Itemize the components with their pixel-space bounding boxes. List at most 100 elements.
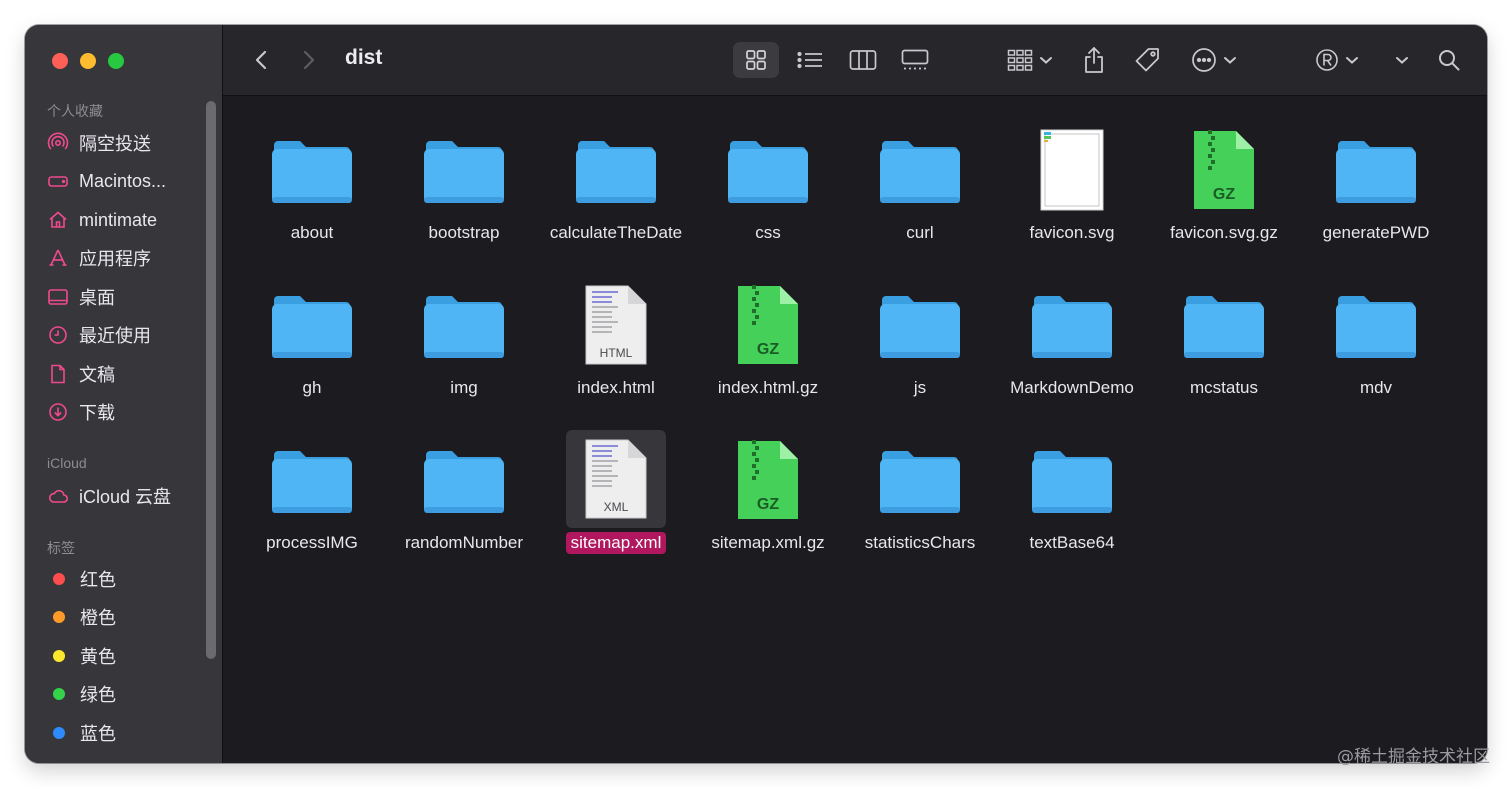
tag-button[interactable] bbox=[1127, 42, 1167, 78]
folder-item[interactable]: about bbox=[236, 106, 388, 246]
tag-color-dot bbox=[53, 573, 65, 585]
html-file-icon: HTML bbox=[572, 281, 660, 369]
svg-file-icon bbox=[1028, 126, 1116, 214]
folder-icon bbox=[268, 436, 356, 524]
sidebar-tag-orange[interactable]: 橙色 bbox=[47, 602, 207, 632]
tag-color-dot bbox=[53, 727, 65, 739]
overflow-button[interactable] bbox=[1390, 42, 1414, 78]
folder-icon bbox=[876, 281, 964, 369]
file-item[interactable]: GZ favicon.svg.gz bbox=[1148, 106, 1300, 246]
favorites-header: 个人收藏 bbox=[47, 103, 103, 119]
sidebar-item-desktop[interactable]: 桌面 bbox=[47, 282, 207, 312]
more-actions-button[interactable] bbox=[1185, 42, 1243, 78]
tag-color-dot bbox=[53, 650, 65, 662]
folder-icon bbox=[1332, 281, 1420, 369]
file-name-text: statisticsChars bbox=[864, 533, 976, 552]
gallery-view-icon bbox=[901, 49, 929, 70]
sidebar-item-downloads[interactable]: 下载 bbox=[47, 397, 207, 427]
gallery-view-button[interactable] bbox=[892, 42, 938, 78]
folder-item[interactable]: randomNumber bbox=[388, 416, 540, 556]
icon-view-icon bbox=[746, 50, 766, 70]
file-name-text: css bbox=[755, 223, 781, 242]
sidebar-item-label: 应用程序 bbox=[79, 249, 151, 269]
folder-item[interactable]: textBase64 bbox=[996, 416, 1148, 556]
file-item[interactable]: GZ sitemap.xml.gz bbox=[692, 416, 844, 556]
gz-archive-icon: GZ bbox=[1180, 126, 1268, 214]
file-name-label: randomNumber bbox=[378, 533, 550, 553]
sidebar-scrollbar[interactable] bbox=[206, 101, 216, 659]
sidebar-item-icloud-drive[interactable]: iCloud 云盘 bbox=[47, 481, 207, 511]
folder-item[interactable]: statisticsChars bbox=[844, 416, 996, 556]
window-title: dist bbox=[345, 46, 383, 69]
sidebar-item-label: 黄色 bbox=[80, 647, 116, 667]
file-item[interactable]: HTML index.html bbox=[540, 261, 692, 401]
folder-item[interactable]: img bbox=[388, 261, 540, 401]
chevron-down-icon bbox=[1224, 57, 1236, 64]
sidebar-tag-blue[interactable]: 蓝色 bbox=[47, 718, 207, 748]
file-name-label: calculateTheDate bbox=[530, 223, 702, 243]
zoom-window-button[interactable] bbox=[108, 53, 124, 69]
column-view-button[interactable] bbox=[840, 42, 886, 78]
folder-item[interactable]: mcstatus bbox=[1148, 261, 1300, 401]
sidebar-item-label: 橙色 bbox=[80, 608, 116, 628]
file-browser: about bootstrap calculateTheDate css curl fav… bbox=[223, 96, 1487, 763]
file-item[interactable]: GZ index.html.gz bbox=[692, 261, 844, 401]
folder-item[interactable]: bootstrap bbox=[388, 106, 540, 246]
file-name-text: index.html.gz bbox=[717, 378, 819, 397]
folder-item[interactable]: processIMG bbox=[236, 416, 388, 556]
file-item[interactable]: XML sitemap.xml bbox=[540, 416, 692, 556]
sidebar-tag-yellow[interactable]: 黄色 bbox=[47, 641, 207, 671]
file-name-label: favicon.svg bbox=[986, 223, 1158, 243]
toolbar: dist bbox=[223, 25, 1487, 96]
back-button[interactable] bbox=[251, 42, 271, 78]
svg-text:GZ: GZ bbox=[1213, 186, 1235, 203]
sidebar-item-documents[interactable]: 文稿 bbox=[47, 359, 207, 389]
tag-icon bbox=[1135, 48, 1159, 72]
minimize-window-button[interactable] bbox=[80, 53, 96, 69]
file-name-label: sitemap.xml.gz bbox=[682, 533, 854, 553]
close-window-button[interactable] bbox=[52, 53, 68, 69]
sidebar-tag-red[interactable]: 红色 bbox=[47, 564, 207, 594]
clock-icon bbox=[49, 326, 67, 344]
file-name-label: processIMG bbox=[226, 533, 398, 553]
folder-icon bbox=[1028, 436, 1116, 524]
file-name-text: randomNumber bbox=[404, 533, 524, 552]
list-view-button[interactable] bbox=[787, 42, 833, 78]
folder-item[interactable]: gh bbox=[236, 261, 388, 401]
svg-text:HTML: HTML bbox=[600, 346, 633, 360]
file-name-text: calculateTheDate bbox=[549, 223, 683, 242]
airdrop-icon bbox=[47, 132, 69, 150]
folder-item[interactable]: curl bbox=[844, 106, 996, 246]
folder-item[interactable]: mdv bbox=[1300, 261, 1452, 401]
forward-icon bbox=[303, 50, 315, 70]
sidebar-item-label: iCloud 云盘 bbox=[79, 487, 172, 507]
icon-view-button[interactable] bbox=[733, 42, 779, 78]
forward-button[interactable] bbox=[299, 42, 319, 78]
folder-icon bbox=[420, 436, 508, 524]
tag-color-dot bbox=[53, 611, 65, 623]
sidebar-item-macintosh-hd[interactable]: Macintos... bbox=[47, 166, 207, 196]
group-by-button[interactable] bbox=[1001, 42, 1059, 78]
sidebar-item-home[interactable]: mintimate bbox=[47, 205, 207, 235]
hard-drive-icon bbox=[48, 176, 68, 187]
folder-icon bbox=[876, 126, 964, 214]
sidebar-item-airdrop[interactable]: 隔空投送 bbox=[47, 128, 207, 158]
file-name-text: generatePWD bbox=[1322, 223, 1430, 242]
extension-button[interactable] bbox=[1308, 42, 1366, 78]
folder-item[interactable]: MarkdownDemo bbox=[996, 261, 1148, 401]
sidebar: 个人收藏 隔空投送 Macintos... mintimate 应用程序 桌面 … bbox=[25, 25, 223, 763]
file-name-label: css bbox=[682, 223, 854, 243]
sidebar-item-recents[interactable]: 最近使用 bbox=[47, 320, 207, 350]
tags-header: 标签 bbox=[47, 540, 75, 556]
folder-item[interactable]: generatePWD bbox=[1300, 106, 1452, 246]
sidebar-item-applications[interactable]: 应用程序 bbox=[47, 243, 207, 273]
chevron-down-icon bbox=[1346, 57, 1358, 64]
folder-item[interactable]: calculateTheDate bbox=[540, 106, 692, 246]
file-item[interactable]: favicon.svg bbox=[996, 106, 1148, 246]
sidebar-tag-green[interactable]: 绿色 bbox=[47, 679, 207, 709]
search-button[interactable] bbox=[1434, 42, 1464, 78]
folder-item[interactable]: css bbox=[692, 106, 844, 246]
share-button[interactable] bbox=[1074, 42, 1114, 78]
folder-item[interactable]: js bbox=[844, 261, 996, 401]
file-name-text: processIMG bbox=[266, 533, 358, 552]
